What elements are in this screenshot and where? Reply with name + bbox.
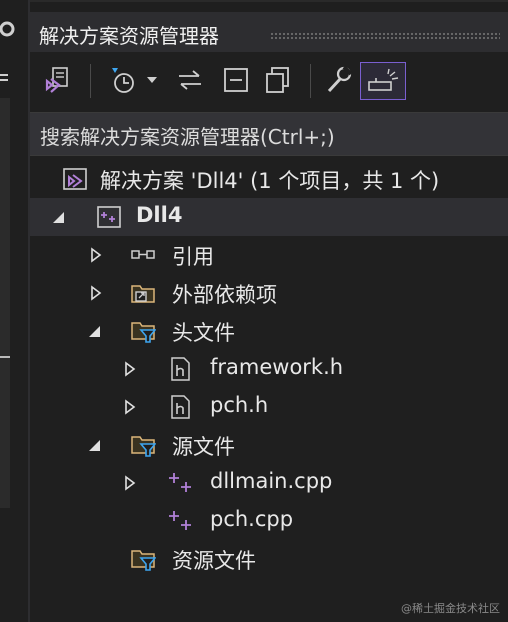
source-files-label: 源文件	[172, 435, 235, 459]
cpp-file-icon	[169, 473, 191, 492]
header-file-icon	[171, 357, 190, 381]
tree-item-pch-h[interactable]: pch.h	[30, 388, 508, 426]
search-solution-explorer[interactable]: 搜索解决方案资源管理器(Ctrl+;)	[30, 112, 508, 156]
references-icon	[131, 250, 155, 259]
scroll-marker	[0, 356, 10, 358]
external-dependencies-label: 外部依赖项	[172, 283, 277, 307]
header-files-label: 头文件	[172, 321, 235, 345]
panel-top-edge	[30, 0, 508, 12]
history-button[interactable]	[102, 62, 142, 98]
collapsed-arrow-icon[interactable]	[88, 247, 104, 263]
tree-item-dllmain-cpp[interactable]: dllmain.cpp	[30, 464, 508, 502]
project-label: Dll4	[136, 203, 183, 227]
solution-label: 解决方案 'Dll4' (1 个项目，共 1 个)	[100, 169, 440, 193]
dllmain-cpp-label: dllmain.cpp	[210, 469, 333, 493]
vs-home-button[interactable]	[40, 62, 76, 98]
explorer-toolbar	[30, 52, 508, 110]
sync-icon	[179, 70, 201, 90]
expanded-arrow-icon[interactable]	[86, 437, 102, 453]
external-folder-icon	[131, 285, 155, 303]
tree-item-header-files[interactable]: 头文件	[30, 312, 508, 350]
pch-h-label: pch.h	[210, 393, 269, 417]
solution-explorer-panel: 解决方案资源管理器 搜索解决方案资源管理器(Ctrl+;) 解决方案 'Dll4…	[30, 0, 508, 622]
tree-item-pch-cpp[interactable]: pch.cpp	[30, 502, 508, 540]
references-label: 引用	[172, 245, 214, 269]
cpp-file-icon	[169, 511, 191, 530]
drag-grip[interactable]	[270, 32, 500, 40]
tree-item-external-dependencies[interactable]: 外部依赖项	[30, 274, 508, 312]
toolbar-separator	[310, 64, 311, 98]
watermark: @稀土掘金技术社区	[401, 602, 500, 615]
menu-lines-icon[interactable]	[0, 72, 10, 84]
collapsed-arrow-icon[interactable]	[122, 399, 138, 415]
search-input[interactable]: 搜索解决方案资源管理器(Ctrl+;)	[40, 121, 335, 150]
gear-icon[interactable]	[0, 18, 18, 40]
vs-home-icon	[45, 67, 68, 93]
collapsed-arrow-icon[interactable]	[88, 285, 104, 301]
collapsed-arrow-icon[interactable]	[122, 361, 138, 377]
panel-titlebar[interactable]: 解决方案资源管理器	[30, 12, 508, 52]
preview-selected-button[interactable]	[360, 62, 406, 100]
toolbar-separator	[90, 64, 91, 98]
filter-folder-icon	[131, 436, 156, 457]
filter-folder-icon	[131, 550, 156, 571]
tree-item-resource-files[interactable]: 资源文件	[30, 540, 508, 578]
left-scrollbar[interactable]	[0, 98, 10, 508]
history-dropdown-button[interactable]	[144, 62, 160, 98]
expanded-arrow-icon[interactable]	[86, 323, 102, 339]
dropdown-icon	[147, 77, 157, 83]
framework-h-label: framework.h	[210, 355, 344, 379]
header-file-icon	[171, 395, 190, 419]
collapsed-arrow-icon[interactable]	[122, 475, 138, 491]
tree-item-framework-h[interactable]: framework.h	[30, 350, 508, 388]
properties-button[interactable]	[322, 62, 356, 98]
sync-button[interactable]	[172, 62, 208, 98]
tree-item-solution[interactable]: 解决方案 'Dll4' (1 个项目，共 1 个)	[30, 160, 508, 198]
panel-title: 解决方案资源管理器	[39, 24, 219, 48]
tree-item-project[interactable]: Dll4	[30, 198, 508, 236]
collapse-all-button[interactable]	[218, 62, 254, 98]
tree-item-source-files[interactable]: 源文件	[30, 426, 508, 464]
history-icon	[112, 68, 134, 93]
tree-item-references[interactable]: 引用	[30, 236, 508, 274]
show-all-files-icon	[266, 67, 289, 93]
left-edge-strip	[0, 0, 28, 622]
expanded-arrow-icon[interactable]	[50, 209, 66, 225]
collapse-all-icon	[224, 68, 248, 92]
preview-selected-icon	[368, 68, 399, 91]
pch-cpp-label: pch.cpp	[210, 507, 294, 531]
filter-folder-icon	[131, 322, 156, 343]
solution-icon	[63, 168, 87, 190]
show-all-files-button[interactable]	[260, 62, 296, 98]
resource-files-label: 资源文件	[172, 549, 256, 573]
properties-wrench-icon	[327, 65, 353, 93]
cpp-project-icon	[97, 206, 121, 228]
